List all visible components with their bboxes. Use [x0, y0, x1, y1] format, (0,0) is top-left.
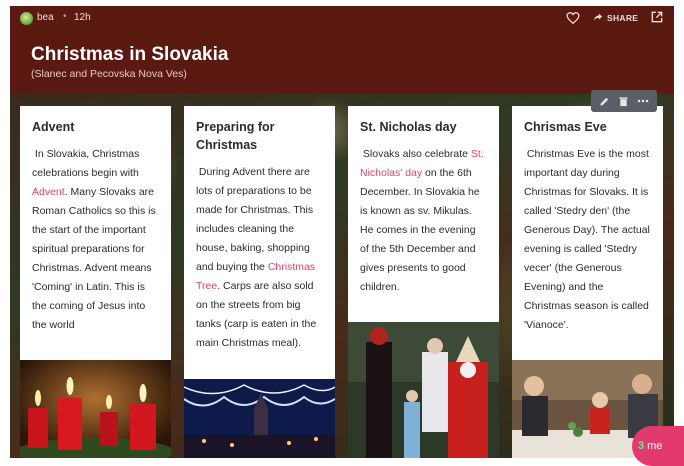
post-subtitle: (Slanec and Pecovska Nova Ves): [31, 68, 187, 80]
card-title: Chrismas Eve: [524, 120, 607, 134]
trash-icon[interactable]: [617, 94, 631, 108]
advent-candles-photo: [20, 360, 171, 458]
card-preparing-for-christmas[interactable]: Preparing for Christmas During Advent th…: [184, 106, 335, 379]
card-christmas-eve[interactable]: Chrismas Eve Christmas Eve is the most i…: [512, 106, 663, 360]
card-title: St. Nicholas day: [360, 120, 457, 134]
card-text: In Slovakia, Christmas celebrations begi…: [32, 148, 156, 331]
christmas-market-photo: [184, 379, 335, 458]
card-st-nicholas-day[interactable]: St. Nicholas day Slovaks also celebrate …: [348, 106, 499, 322]
share-button[interactable]: SHARE: [593, 11, 638, 25]
post-header: bea • 12h SHARE Christmas in Slovakia (S…: [10, 6, 674, 94]
card-title: Preparing for Christmas: [196, 120, 275, 152]
share-arrow-icon: [593, 9, 603, 27]
card-title: Advent: [32, 120, 75, 134]
notification-count: 3: [638, 440, 645, 452]
author-name[interactable]: bea: [37, 12, 54, 23]
post-frame: bea • 12h SHARE Christmas in Slovakia (S…: [10, 6, 674, 458]
me-label: me: [647, 440, 663, 452]
card-text: Slovaks also celebrate St. Nicholas' day…: [360, 148, 484, 293]
share-label: SHARE: [607, 13, 639, 23]
card-text: Christmas Eve is the most important day …: [524, 148, 650, 331]
me-button[interactable]: 3 me: [632, 426, 684, 466]
post-title: Christmas in Slovakia: [31, 44, 229, 65]
pencil-icon[interactable]: [598, 94, 612, 108]
open-external-icon[interactable]: [650, 10, 664, 24]
advent-link[interactable]: Advent: [32, 186, 65, 198]
post-edit-toolbar: [591, 90, 657, 112]
heart-icon[interactable]: [566, 11, 580, 25]
more-horizontal-icon[interactable]: [636, 94, 650, 108]
card-advent[interactable]: Advent In Slovakia, Christmas celebratio…: [20, 106, 171, 360]
post-time: 12h: [74, 12, 91, 23]
meta-separator: •: [63, 11, 67, 22]
st-nicholas-photo: [348, 322, 499, 458]
author-avatar[interactable]: [20, 12, 33, 25]
card-text: During Advent there are lots of preparat…: [196, 166, 317, 349]
post-topbar: bea • 12h SHARE: [10, 6, 674, 32]
